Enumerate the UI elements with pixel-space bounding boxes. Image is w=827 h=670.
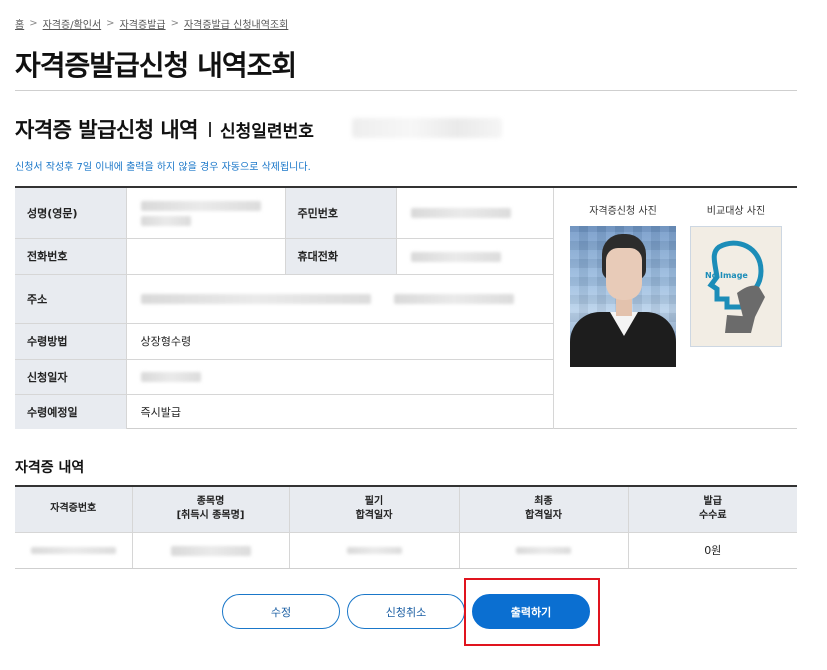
- address-label: 주소: [15, 274, 126, 324]
- expected-date-label: 수령예정일: [15, 394, 126, 429]
- table-row: 0원: [15, 532, 797, 569]
- column-header-written-pass-date: 필기합격일자: [289, 486, 460, 533]
- redacted-text: [170, 545, 251, 556]
- header-line: 발급: [703, 496, 722, 508]
- breadcrumb-current[interactable]: 자격증발급 신청내역조회: [184, 16, 288, 31]
- header-line: 수수료: [698, 510, 727, 522]
- redacted-text: [410, 208, 511, 219]
- serial-number-label: 신청일련번호: [220, 121, 314, 142]
- column-header-issue-fee: 발급수수료: [628, 486, 797, 533]
- title-separator: [209, 121, 212, 137]
- certificate-section-title: 자격증 내역: [15, 460, 85, 476]
- mobile-value-redacted: [395, 238, 553, 275]
- application-info-table: 성명(영문) 주민번호 전화번호 휴대전화 주소 수령방법 상장형수령 신청일자…: [15, 188, 553, 429]
- name-label: 성명(영문): [15, 188, 126, 239]
- certificate-table: 자격증번호 종목명 [취득시 종목명] 필기합격일자 최종합격일자 발급수수료 0…: [15, 485, 797, 569]
- phone-value: [125, 238, 285, 275]
- no-image-head-icon: [707, 240, 765, 333]
- edit-button[interactable]: 수정: [222, 594, 340, 629]
- final-pass-date-cell-redacted: [459, 532, 629, 569]
- applicant-photo: [570, 226, 676, 367]
- redacted-text: [410, 251, 501, 262]
- column-header-item-name: 종목명 [취득시 종목명]: [132, 486, 290, 533]
- breadcrumb-separator: >: [106, 18, 115, 29]
- print-button-highlight: [464, 578, 600, 646]
- header-line: [취득시 종목명]: [176, 510, 245, 522]
- written-pass-date-cell-redacted: [289, 532, 460, 569]
- photo-panel: 자격증신청 사진 비교대상 사진 No Image: [553, 188, 797, 429]
- name-value-redacted: [125, 188, 285, 239]
- applicant-photo-label: 자격증신청 사진: [589, 206, 657, 217]
- redacted-text: [140, 216, 191, 227]
- header-line: 합격일자: [525, 510, 562, 522]
- column-header-cert-number: 자격증번호: [15, 486, 133, 533]
- expected-date-value: 즉시발급: [125, 394, 553, 429]
- breadcrumb: 홈 > 자격증/확인서 > 자격증발급 > 자격증발급 신청내역조회: [15, 16, 288, 31]
- redacted-text: [394, 294, 514, 304]
- receive-method-value: 상장형수령: [125, 323, 553, 360]
- section-header: 자격증 발급신청 내역 신청일련번호: [15, 114, 314, 144]
- redacted-text: [140, 372, 201, 382]
- header-line: 자격증번호: [50, 503, 97, 515]
- mobile-label: 휴대전화: [284, 238, 396, 275]
- compare-photo-label: 비교대상 사진: [706, 206, 766, 217]
- redacted-text: [346, 547, 402, 554]
- resident-number-value-redacted: [395, 188, 553, 239]
- apply-date-label: 신청일자: [15, 359, 126, 395]
- item-name-cell-redacted: [132, 532, 290, 569]
- serial-number-value-redacted: [352, 118, 502, 138]
- column-header-final-pass-date: 최종합격일자: [459, 486, 629, 533]
- header-line: 종목명: [196, 496, 225, 508]
- section-title: 자격증 발급신청 내역: [15, 118, 199, 142]
- breadcrumb-issue[interactable]: 자격증발급: [120, 16, 166, 31]
- redacted-text: [516, 547, 571, 554]
- resident-number-label: 주민번호: [284, 188, 396, 239]
- redacted-text: [140, 201, 261, 212]
- no-image-placeholder: No Image: [690, 226, 782, 347]
- breadcrumb-certificate[interactable]: 자격증/확인서: [43, 16, 102, 31]
- cancel-application-button[interactable]: 신청취소: [347, 594, 465, 629]
- address-value-redacted: [125, 274, 553, 324]
- page-title: 자격증발급신청 내역조회: [15, 49, 297, 82]
- breadcrumb-home[interactable]: 홈: [15, 16, 24, 31]
- header-line: 필기: [364, 496, 384, 508]
- auto-delete-notice: 신청서 작성후 7일 이내에 출력을 하지 않을 경우 자동으로 삭제됩니다.: [15, 162, 311, 173]
- apply-date-value-redacted: [125, 359, 553, 395]
- breadcrumb-separator: >: [170, 18, 179, 29]
- header-line: 최종: [534, 496, 553, 508]
- title-divider: [15, 90, 797, 91]
- cert-number-cell-redacted: [15, 532, 133, 569]
- receive-method-label: 수령방법: [15, 323, 126, 360]
- phone-label: 전화번호: [15, 238, 126, 275]
- no-image-text: No Image: [705, 271, 748, 280]
- application-info-panel: 성명(영문) 주민번호 전화번호 휴대전화 주소 수령방법 상장형수령 신청일자…: [15, 186, 797, 429]
- issue-fee-cell: 0원: [628, 532, 797, 569]
- breadcrumb-separator: >: [29, 18, 38, 29]
- redacted-text: [30, 547, 116, 554]
- table-header-row: 자격증번호 종목명 [취득시 종목명] 필기합격일자 최종합격일자 발급수수료: [15, 486, 797, 533]
- redacted-text: [140, 294, 371, 304]
- header-line: 합격일자: [355, 510, 393, 522]
